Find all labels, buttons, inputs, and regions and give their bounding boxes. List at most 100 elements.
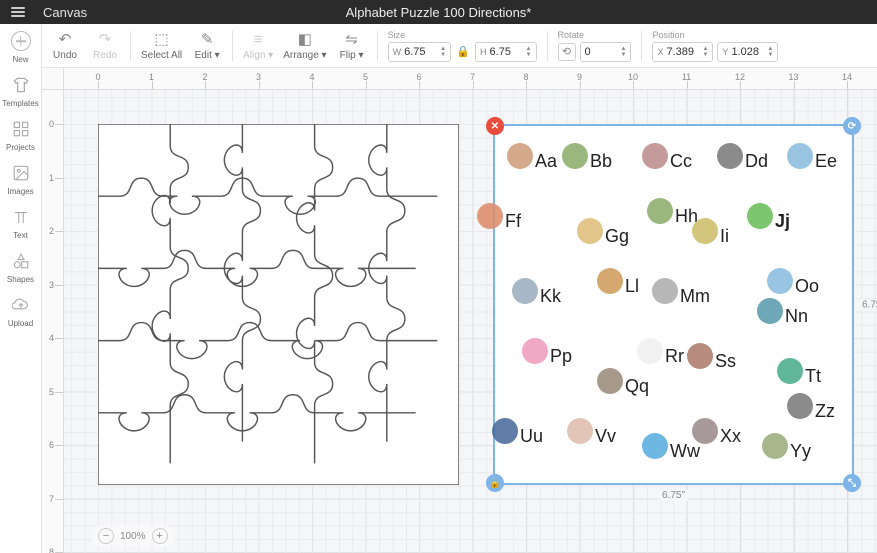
ruler-number: 3: [49, 280, 54, 290]
animal-image: [477, 203, 503, 229]
alphabet-letter: Nn: [785, 306, 808, 327]
alphabet-letter: Ii: [720, 226, 729, 247]
sidebar: New Templates Projects Images Text Shape…: [0, 24, 42, 553]
tshirt-icon: [10, 74, 32, 96]
align-button[interactable]: ≡Align ▾: [243, 31, 273, 61]
canvas-area[interactable]: 01234567891011121314 012345678: [42, 68, 877, 553]
ruler-corner: [42, 68, 64, 90]
redo-icon: ↷: [99, 30, 112, 48]
rotate-group: Rotate ⟲ 0▲▼: [558, 30, 632, 62]
stepper-icon[interactable]: ▲▼: [440, 46, 446, 58]
alphabet-letter: Gg: [605, 226, 629, 247]
sidebar-item-new[interactable]: New: [0, 30, 42, 64]
edit-icon: ✎: [201, 30, 214, 48]
toolbar: ↶Undo ↷Redo ⬚Select All ✎Edit ▾ ≡Align ▾…: [42, 24, 877, 68]
edit-button[interactable]: ✎Edit ▾: [192, 30, 222, 61]
alphabet-letter: Ee: [815, 151, 837, 172]
lock-icon[interactable]: 🔒: [455, 44, 471, 60]
alphabet-letter: Ww: [670, 441, 700, 462]
sidebar-item-images[interactable]: Images: [0, 162, 42, 196]
sidebar-label: Shapes: [7, 275, 34, 284]
stepper-icon[interactable]: ▲▼: [767, 46, 773, 58]
zoom-bar: − 100% +: [92, 525, 174, 547]
animal-image: [567, 418, 593, 444]
animal-image: [577, 218, 603, 244]
animal-image: [777, 358, 803, 384]
height-input[interactable]: H6.75▲▼: [475, 42, 536, 62]
canvas-stage[interactable]: ✕ ⟳ 🔒 ⤡ 6.75" 6.75" AaBbCcDdEeFfGgHhIiJj…: [64, 90, 877, 553]
animal-image: [642, 433, 668, 459]
selection-height-label: 6.75": [859, 299, 877, 310]
sidebar-item-projects[interactable]: Projects: [0, 118, 42, 152]
alphabet-object[interactable]: ✕ ⟳ 🔒 ⤡ 6.75" 6.75" AaBbCcDdEeFfGgHhIiJj…: [493, 124, 854, 485]
alphabet-letter: Zz: [815, 401, 835, 422]
ruler-number: 2: [49, 226, 54, 236]
rotate-reset-button[interactable]: ⟲: [558, 43, 576, 61]
puzzle-svg: [98, 124, 459, 485]
alphabet-letter: Uu: [520, 426, 543, 447]
separator: [547, 31, 548, 61]
ruler-number: 4: [49, 333, 54, 343]
selection-width-label: 6.75": [659, 490, 688, 501]
select-all-icon: ⬚: [154, 30, 168, 48]
sidebar-item-upload[interactable]: Upload: [0, 294, 42, 328]
title-bar: Canvas Alphabet Puzzle 100 Directions*: [0, 0, 877, 24]
animal-image: [512, 278, 538, 304]
stepper-icon[interactable]: ▲▼: [702, 46, 708, 58]
shapes-icon: [10, 250, 32, 272]
ruler-number: 0: [49, 119, 54, 129]
animal-image: [692, 218, 718, 244]
animal-image: [522, 338, 548, 364]
sidebar-label: New: [12, 55, 28, 64]
menu-icon[interactable]: [0, 0, 35, 24]
sidebar-item-shapes[interactable]: Shapes: [0, 250, 42, 284]
animal-image: [762, 433, 788, 459]
sidebar-item-templates[interactable]: Templates: [0, 74, 42, 108]
animal-image: [757, 298, 783, 324]
alphabet-letter: Yy: [790, 441, 811, 462]
alphabet-letter: Ll: [625, 276, 639, 297]
undo-button[interactable]: ↶Undo: [50, 30, 80, 61]
ruler-number: 6: [49, 440, 54, 450]
ruler-vertical: 012345678: [42, 90, 64, 553]
ruler-number: 7: [49, 494, 54, 504]
alphabet-letter: Mm: [680, 286, 710, 307]
position-label: Position: [652, 30, 778, 40]
ruler-number: 5: [49, 387, 54, 397]
alphabet-letter: Bb: [590, 151, 612, 172]
stepper-icon[interactable]: ▲▼: [621, 46, 627, 58]
position-group: Position X7.389▲▼ Y1.028▲▼: [652, 30, 778, 62]
ruler-number: 1: [49, 173, 54, 183]
separator: [232, 31, 233, 61]
zoom-in-button[interactable]: +: [152, 528, 168, 544]
sidebar-label: Templates: [2, 99, 38, 108]
separator: [641, 31, 642, 61]
pos-x-input[interactable]: X7.389▲▼: [652, 42, 713, 62]
rotate-input[interactable]: 0▲▼: [580, 42, 632, 62]
separator: [377, 31, 378, 61]
animal-image: [597, 368, 623, 394]
rotate-label: Rotate: [558, 30, 632, 40]
animal-image: [597, 268, 623, 294]
sidebar-item-text[interactable]: Text: [0, 206, 42, 240]
sidebar-label: Projects: [6, 143, 35, 152]
grid-icon: [10, 118, 32, 140]
alphabet-letter: Tt: [805, 366, 821, 387]
width-input[interactable]: W6.75▲▼: [388, 42, 451, 62]
puzzle-object[interactable]: [98, 124, 459, 485]
arrange-button[interactable]: ◧Arrange ▾: [283, 30, 326, 61]
flip-button[interactable]: ⇋Flip ▾: [337, 30, 367, 61]
upload-icon: [10, 294, 32, 316]
alphabet-letter: Vv: [595, 426, 616, 447]
redo-button[interactable]: ↷Redo: [90, 30, 120, 61]
alphabet-grid: AaBbCcDdEeFfGgHhIiJjKkLlMmNnOoPpQqRrSsTt…: [495, 126, 852, 483]
animal-image: [562, 143, 588, 169]
alphabet-letter: Qq: [625, 376, 649, 397]
sidebar-label: Images: [7, 187, 33, 196]
stepper-icon[interactable]: ▲▼: [526, 46, 532, 58]
pos-y-input[interactable]: Y1.028▲▼: [717, 42, 778, 62]
zoom-out-button[interactable]: −: [98, 528, 114, 544]
separator: [130, 31, 131, 61]
alphabet-letter: Kk: [540, 286, 561, 307]
select-all-button[interactable]: ⬚Select All: [141, 30, 182, 61]
